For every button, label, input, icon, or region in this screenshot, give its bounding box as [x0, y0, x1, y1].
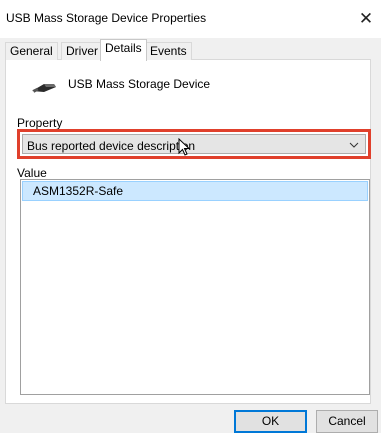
cancel-button[interactable]: Cancel: [316, 410, 378, 433]
tab-events[interactable]: Events: [145, 42, 192, 60]
value-list[interactable]: ASM1352R-Safe: [20, 179, 370, 395]
window-title: USB Mass Storage Device Properties: [6, 11, 207, 25]
chevron-down-icon[interactable]: [349, 138, 359, 155]
tab-details[interactable]: Details: [100, 39, 147, 61]
usb-drive-icon: [32, 84, 56, 93]
ok-button[interactable]: OK: [234, 410, 307, 433]
value-item-text: ASM1352R-Safe: [33, 184, 124, 198]
close-icon[interactable]: ✕: [351, 4, 381, 34]
mouse-cursor-icon: [178, 138, 191, 156]
property-label: Property: [17, 116, 63, 130]
tab-general[interactable]: General: [5, 42, 58, 60]
properties-dialog: USB Mass Storage Device Properties ✕ Gen…: [0, 0, 381, 433]
value-label: Value: [17, 166, 47, 180]
property-dropdown[interactable]: Bus reported device description: [22, 134, 366, 154]
list-item[interactable]: ASM1352R-Safe: [22, 181, 368, 201]
property-selected-value: Bus reported device description: [27, 139, 196, 153]
device-name: USB Mass Storage Device: [68, 77, 211, 91]
tab-driver[interactable]: Driver: [61, 42, 103, 60]
property-select-highlight: Bus reported device description: [17, 129, 371, 159]
title-bar[interactable]: USB Mass Storage Device Properties ✕: [0, 0, 381, 38]
